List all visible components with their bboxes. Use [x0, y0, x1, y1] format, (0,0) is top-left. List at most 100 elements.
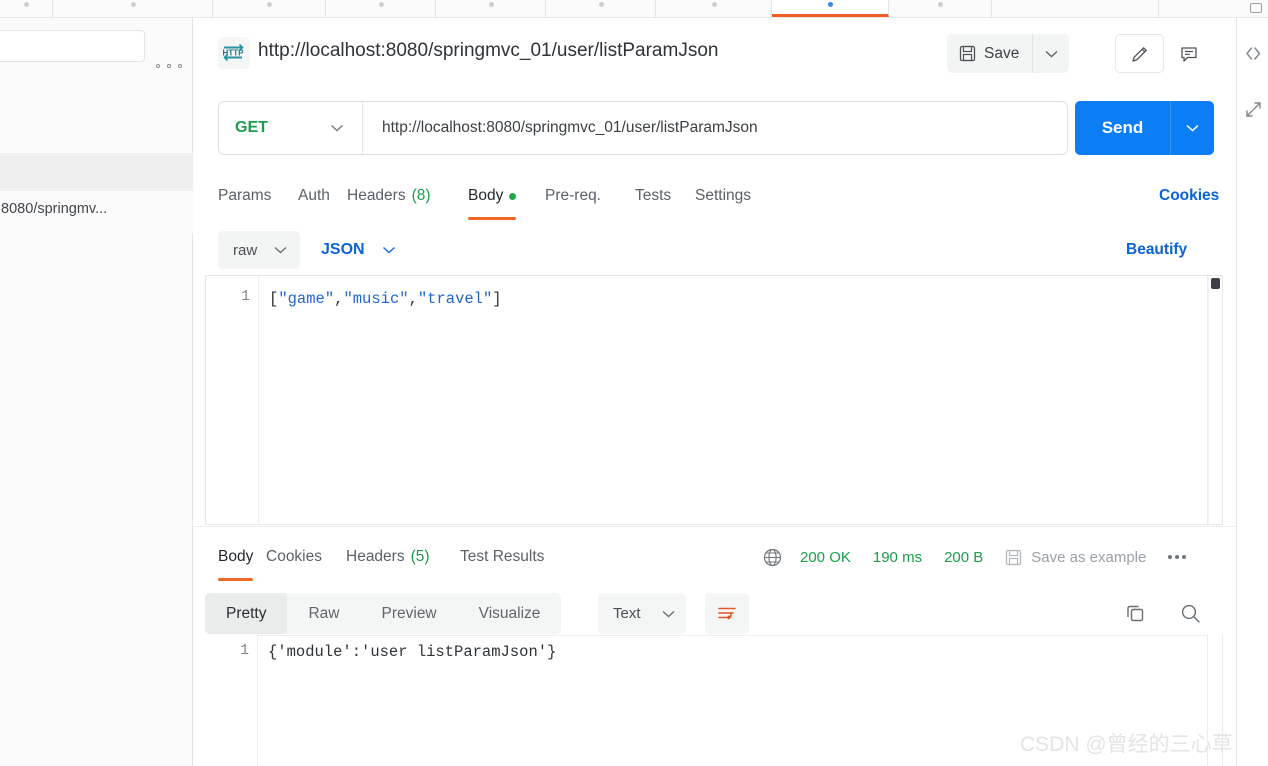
- body-mode-select[interactable]: raw: [218, 231, 300, 269]
- response-tab-body[interactable]: Body: [218, 537, 254, 581]
- request-header: HTTP http://localhost:8080/springmvc_01/…: [193, 18, 1236, 86]
- response-view-mode-group: Pretty Raw Preview Visualize: [205, 593, 562, 634]
- tab-strip-item[interactable]: [436, 0, 546, 17]
- tab-strip-item[interactable]: [53, 0, 213, 17]
- request-pane: HTTP http://localhost:8080/springmvc_01/…: [193, 18, 1236, 766]
- response-tab-headers[interactable]: Headers (5): [346, 537, 430, 577]
- tab-label: Pre-req.: [545, 187, 601, 204]
- json-string-1: "game": [278, 290, 335, 308]
- send-dropdown-button[interactable]: [1170, 101, 1214, 155]
- json-bracket-close: ]: [492, 290, 502, 308]
- floppy-disk-icon: [959, 45, 976, 62]
- body-mode-label: raw: [233, 241, 258, 259]
- send-button[interactable]: Send: [1075, 101, 1170, 155]
- response-tab-cookies[interactable]: Cookies: [266, 537, 322, 577]
- http-method-select[interactable]: GET: [219, 102, 363, 154]
- beautify-button[interactable]: Beautify: [1126, 231, 1187, 269]
- response-time: 190 ms: [872, 548, 923, 566]
- tab-label: Auth: [298, 187, 330, 204]
- tab-label: Test Results: [460, 548, 545, 565]
- copy-icon: [1127, 605, 1144, 622]
- tab-strip-item[interactable]: [889, 0, 992, 17]
- save-button-label: Save: [984, 44, 1020, 62]
- response-editor-right-line: [1222, 635, 1223, 766]
- save-as-example-label: Save as example: [1031, 548, 1147, 566]
- body-type-row: raw JSON Beautify: [218, 228, 1218, 272]
- globe-icon[interactable]: [763, 548, 782, 567]
- tab-body[interactable]: Body: [468, 176, 517, 220]
- tab-settings[interactable]: Settings: [695, 176, 751, 216]
- chevron-down-icon: [1186, 124, 1199, 132]
- request-body-code[interactable]: ["game","music","travel"]: [269, 289, 502, 309]
- cookies-link[interactable]: Cookies: [1159, 176, 1219, 216]
- view-mode-pretty[interactable]: Pretty: [205, 593, 288, 634]
- tab-params[interactable]: Params: [218, 176, 271, 216]
- save-button[interactable]: Save: [947, 34, 1034, 73]
- edit-request-button[interactable]: [1115, 34, 1164, 73]
- word-wrap-button[interactable]: [705, 593, 749, 634]
- tab-prereq[interactable]: Pre-req.: [545, 176, 601, 216]
- response-editor-top-border: [258, 635, 1207, 636]
- sidebar-item-request[interactable]: t:8080/springmv...: [0, 191, 193, 233]
- tab-strip-item[interactable]: [0, 0, 53, 17]
- response-editor-edge-line: [1207, 635, 1208, 766]
- json-bracket-open: [: [269, 290, 279, 308]
- body-language-select[interactable]: JSON: [321, 231, 396, 269]
- view-mode-visualize[interactable]: Visualize: [458, 593, 562, 634]
- tab-strip-item[interactable]: [326, 0, 436, 17]
- sidebar-search-row: [0, 30, 148, 62]
- code-icon[interactable]: [1240, 40, 1266, 66]
- response-body-editor[interactable]: 1 {'module':'user listParamJson'}: [205, 635, 1223, 766]
- sidebar-more-icon[interactable]: [156, 58, 182, 74]
- json-string-3: "travel": [417, 290, 493, 308]
- view-mode-preview[interactable]: Preview: [361, 593, 458, 634]
- request-tabs: Params Auth Headers (8) Body Pre-req. Te…: [218, 176, 1219, 220]
- tab-label: Headers: [346, 548, 405, 565]
- tab-label: Params: [218, 187, 272, 204]
- tab-strip-item-active[interactable]: [772, 0, 889, 17]
- response-status: 200 OK: [800, 548, 851, 566]
- tab-strip-item[interactable]: [656, 0, 772, 17]
- pencil-icon: [1131, 46, 1147, 62]
- request-tab-strip[interactable]: [0, 0, 1268, 18]
- response-body-code[interactable]: {'module':'user listParamJson'}: [268, 643, 556, 661]
- response-meta: 200 OK 190 ms 200 B Save as example: [763, 537, 1187, 577]
- tab-strip-item[interactable]: [546, 0, 656, 17]
- tab-tests[interactable]: Tests: [635, 176, 671, 216]
- expand-icon[interactable]: [1240, 96, 1266, 122]
- tab-strip-item[interactable]: [213, 0, 326, 17]
- floppy-disk-icon: [1005, 549, 1022, 566]
- view-mode-raw[interactable]: Raw: [287, 593, 360, 634]
- tab-label: Tests: [635, 187, 672, 204]
- tab-label: Settings: [695, 187, 752, 204]
- tab-auth[interactable]: Auth: [298, 176, 330, 216]
- tab-headers[interactable]: Headers (8): [347, 176, 431, 216]
- search-response-button[interactable]: [1170, 593, 1211, 634]
- save-dropdown-button[interactable]: [1033, 34, 1069, 73]
- response-more-icon[interactable]: [1168, 555, 1187, 559]
- sidebar-item-label: t:8080/springmv...: [0, 201, 108, 217]
- request-body-editor[interactable]: 1 ["game","music","travel"]: [205, 275, 1223, 525]
- tab-label: Body: [218, 548, 254, 565]
- json-comma-2: ,: [408, 290, 418, 308]
- url-input[interactable]: http://localhost:8080/springmvc_01/user/…: [363, 119, 1067, 137]
- chevron-down-icon: [1045, 50, 1058, 57]
- right-icon-rail: [1236, 18, 1268, 766]
- active-tab-underline: [218, 578, 254, 581]
- copy-response-button[interactable]: [1115, 593, 1156, 634]
- sidebar-search-input[interactable]: [0, 30, 145, 62]
- chevron-down-icon: [274, 246, 287, 254]
- sidebar-section-divider: [0, 153, 193, 191]
- line-number: 1: [241, 289, 250, 305]
- chevron-down-icon: [331, 124, 343, 132]
- response-format-select[interactable]: Text: [598, 593, 686, 634]
- response-tab-test-results[interactable]: Test Results: [460, 537, 544, 577]
- active-tab-underline: [468, 217, 517, 220]
- http-protocol-icon: HTTP: [218, 37, 250, 69]
- save-as-example-button[interactable]: Save as example: [1005, 549, 1146, 566]
- response-headers-count: (5): [410, 548, 430, 565]
- window-control-icon[interactable]: [1250, 3, 1262, 13]
- editor-scrollbar-thumb[interactable]: [1211, 278, 1220, 289]
- editor-scrollbar[interactable]: [1208, 276, 1222, 524]
- comment-button[interactable]: [1164, 34, 1213, 73]
